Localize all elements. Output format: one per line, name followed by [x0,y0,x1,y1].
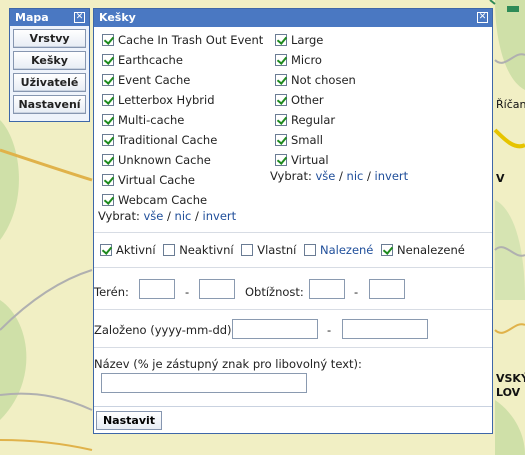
founded-label: Založeno (yyyy-mm-dd): [94,323,236,337]
select-none-link[interactable]: nic [347,169,364,183]
map-label-vsky: VSKÝ [496,372,525,385]
cache-type-item[interactable]: Letterbox Hybrid [102,93,263,113]
cache-size-list: Large Micro Not chosen Other Regular Sma… [275,33,356,173]
checkbox-icon[interactable] [102,74,114,86]
cache-size-item[interactable]: Small [275,133,356,153]
map-label-lov: LOV [496,386,521,399]
founded-from-input[interactable] [232,319,318,339]
cache-size-item[interactable]: Regular [275,113,356,133]
difficulty-from-input[interactable] [309,279,345,299]
terrain-to-input[interactable] [199,279,235,299]
checkbox-icon[interactable] [275,34,287,46]
layers-button[interactable]: Vrstvy [13,29,86,48]
checkbox-icon[interactable] [303,244,316,256]
status-not-found[interactable]: Nenalezené [381,243,465,257]
size-select-links: Vybrat: vše / nic / invert [270,169,409,183]
map-label-ricany: Říčany [496,98,525,111]
divider [94,267,492,268]
terrain-label: Terén: [94,285,129,299]
checkbox-icon[interactable] [102,154,114,166]
settings-button[interactable]: Nastavení [13,95,86,114]
caches-button[interactable]: Kešky [13,51,86,70]
checkbox-icon[interactable] [102,94,114,106]
side-panel-header: Mapa ✕ [10,9,89,26]
close-icon[interactable]: ✕ [477,12,488,23]
cache-size-item[interactable]: Micro [275,53,356,73]
divider [94,309,492,310]
status-filter-row: Aktivní Neaktivní Vlastní Nalezené Nenal… [100,243,469,257]
dash-text: - [354,285,359,299]
checkbox-icon[interactable] [102,134,114,146]
cache-type-item[interactable]: Unknown Cache [102,153,263,173]
select-invert-link[interactable]: invert [203,209,237,223]
checkbox-icon[interactable] [102,114,114,126]
cache-type-item[interactable]: Event Cache [102,73,263,93]
dialog-title: Kešky [99,11,136,24]
divider [94,406,492,407]
difficulty-to-input[interactable] [369,279,405,299]
checkbox-icon[interactable] [275,94,287,106]
cache-size-item[interactable]: Large [275,33,356,53]
dash-text: - [327,323,332,337]
caches-dialog: Kešky ✕ Cache In Trash Out Event Earthca… [93,8,493,434]
divider [94,232,492,233]
select-invert-link[interactable]: invert [375,169,409,183]
checkbox-icon[interactable] [275,114,287,126]
type-select-links: Vybrat: vše / nic / invert [98,209,237,223]
difficulty-label: Obtížnost: [245,285,304,299]
status-active[interactable]: Aktivní [100,243,156,257]
checkbox-icon[interactable] [100,244,112,256]
name-input[interactable] [101,373,307,393]
cache-type-item[interactable]: Virtual Cache [102,173,263,193]
checkbox-icon[interactable] [102,194,114,206]
checkbox-icon[interactable] [102,54,114,66]
checkbox-icon[interactable] [275,134,287,146]
close-icon[interactable]: ✕ [74,12,85,23]
cache-size-item[interactable]: Not chosen [275,73,356,93]
cache-type-item[interactable]: Cache In Trash Out Event [102,33,263,53]
select-all-link[interactable]: vše [315,169,335,183]
checkbox-icon[interactable] [381,244,394,256]
checkbox-icon[interactable] [275,54,287,66]
status-found[interactable]: Nalezené [303,243,373,257]
name-label: Název (% je zástupný znak pro libovolný … [94,357,362,371]
cache-type-item[interactable]: Earthcache [102,53,263,73]
divider [94,347,492,348]
dialog-header: Kešky ✕ [94,9,492,27]
checkbox-icon[interactable] [241,244,254,256]
submit-button[interactable]: Nastavit [96,411,162,430]
status-inactive[interactable]: Neaktivní [163,243,234,257]
terrain-from-input[interactable] [139,279,175,299]
cache-size-item[interactable]: Other [275,93,356,113]
status-own[interactable]: Vlastní [241,243,296,257]
cache-type-item[interactable]: Multi-cache [102,113,263,133]
cache-type-item[interactable]: Traditional Cache [102,133,263,153]
founded-to-input[interactable] [342,319,428,339]
map-label-v: V [496,172,505,185]
checkbox-icon[interactable] [102,34,114,46]
dash-text: - [185,285,190,299]
map-side-panel: Mapa ✕ Vrstvy Kešky Uživatelé Nastavení [9,8,90,122]
checkbox-icon[interactable] [275,74,287,86]
checkbox-icon[interactable] [102,174,114,186]
users-button[interactable]: Uživatelé [13,73,86,92]
checkbox-icon[interactable] [275,154,287,166]
select-none-link[interactable]: nic [175,209,192,223]
side-panel-title: Mapa [15,11,49,24]
checkbox-icon[interactable] [163,244,176,256]
cache-type-list: Cache In Trash Out Event Earthcache Even… [102,33,263,213]
select-all-link[interactable]: vše [143,209,163,223]
